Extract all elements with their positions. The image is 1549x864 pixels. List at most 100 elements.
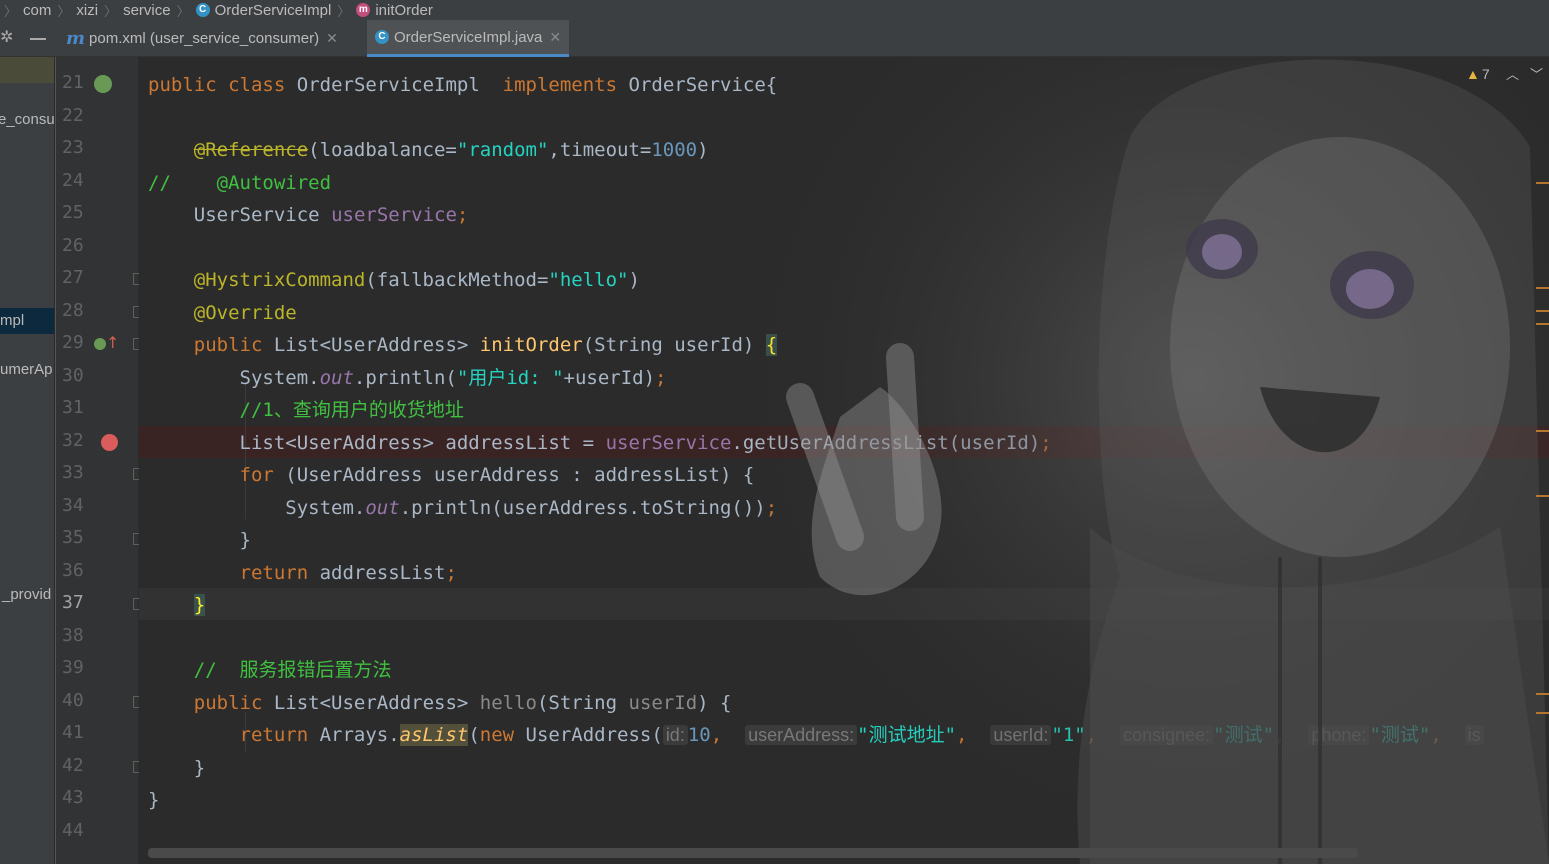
chevron-down-icon[interactable]: ﹀ (1530, 64, 1543, 83)
breadcrumb-item-class[interactable]: 〉 C OrderServiceImpl (171, 1, 332, 20)
chevron-up-icon[interactable]: ︿ (1506, 64, 1519, 83)
code-line-42[interactable]: } (148, 752, 205, 784)
code-line-32[interactable]: List<UserAddress> addressList = userServ… (148, 427, 1052, 459)
code-token: "测试地址" (857, 724, 957, 746)
line-number[interactable]: 43 (62, 787, 92, 808)
line-number[interactable]: 36 (62, 560, 92, 581)
tab-pom-xml[interactable]: m pom.xml (user_service_consumer) ✕ (58, 20, 346, 57)
code-line-41[interactable]: return Arrays.asList(new UserAddress(id:… (148, 719, 1484, 751)
code-token: , (1085, 724, 1098, 746)
line-number[interactable]: 37 (62, 592, 92, 613)
line-number[interactable]: 29 (62, 332, 92, 353)
breadcrumb-label: initOrder (375, 1, 433, 19)
code-line-23[interactable]: @Reference(loadbalance="random",timeout=… (148, 134, 709, 166)
code-token: "random" (456, 139, 549, 161)
warning-stripe[interactable] (1536, 323, 1549, 325)
line-number[interactable]: 28 (62, 300, 92, 321)
code-token: "测试" (1213, 724, 1275, 746)
code-token: public (193, 692, 263, 714)
code-line-28[interactable]: @Override (148, 297, 297, 329)
chevron-right-icon: 〉 (176, 3, 190, 19)
tree-item[interactable]: umerAp (0, 361, 53, 378)
code-token: (String (536, 692, 629, 714)
code-editor[interactable]: public class OrderServiceImpl implements… (139, 57, 1549, 864)
code-line-36[interactable]: return addressList; (148, 557, 457, 589)
line-number[interactable]: 39 (62, 657, 92, 678)
warning-stripe[interactable] (1536, 712, 1549, 714)
code-line-24[interactable]: // @Autowired (148, 167, 331, 199)
warning-icon: ▲ (1466, 66, 1480, 82)
warning-stripe[interactable] (1536, 495, 1549, 497)
horizontal-scrollbar[interactable] (148, 848, 1358, 858)
warning-stripe[interactable] (1536, 182, 1549, 184)
breadcrumb-label: OrderServiceImpl (214, 1, 332, 19)
tree-item[interactable]: _provid (2, 586, 51, 603)
line-number[interactable]: 31 (62, 397, 92, 418)
code-token: (loadbalance= (308, 139, 457, 161)
code-token: @Autowired (216, 172, 332, 194)
line-number[interactable]: 30 (62, 365, 92, 386)
line-number[interactable]: 44 (62, 820, 92, 841)
close-icon[interactable]: ✕ (549, 29, 561, 46)
code-token: , (1430, 724, 1442, 746)
code-line-43[interactable]: } (148, 784, 159, 816)
code-line-37[interactable]: } (148, 589, 206, 621)
breadcrumb-item-service[interactable]: 〉 service (98, 1, 171, 20)
code-line-29[interactable]: public List<UserAddress> initOrder(Strin… (148, 329, 778, 361)
code-line-33[interactable]: for (UserAddress userAddress : addressLi… (148, 459, 755, 491)
line-number[interactable]: 32 (62, 430, 92, 451)
breadcrumb-item-com[interactable]: 〉 com (0, 1, 51, 20)
breadcrumb: 〉 com 〉 xizi 〉 service 〉 C OrderServiceImpl 〉… (0, 0, 1549, 20)
editor-gutter[interactable]: 21 22 23 24 25 26 27 28 29 30 31 32 33 34 35 36 37 38 39 40… (55, 57, 144, 864)
line-number[interactable]: 24 (62, 170, 92, 191)
line-number[interactable]: 33 (62, 462, 92, 483)
tree-item-selected[interactable]: mpl (0, 308, 54, 334)
code-line-21[interactable]: public class OrderServiceImpl implements… (148, 69, 777, 101)
code-line-30[interactable]: System.out.println("用户id: "+userId); (148, 362, 667, 394)
code-line-39[interactable]: // 服务报错后置方法 (148, 654, 392, 686)
code-token: @Override (193, 302, 297, 324)
line-number[interactable]: 40 (62, 690, 92, 711)
code-token: List<UserAddress> (273, 334, 469, 356)
warning-stripe[interactable] (1536, 310, 1549, 312)
minimize-icon[interactable] (30, 38, 46, 40)
code-line-35[interactable]: } (148, 524, 251, 556)
warning-stripe[interactable] (1536, 693, 1549, 695)
warning-stripe[interactable] (1536, 287, 1549, 289)
tree-item[interactable]: e_consu (0, 111, 54, 128)
code-line-34[interactable]: System.out.println(userAddress.toString(… (148, 492, 777, 524)
tab-label: pom.xml (user_service_consumer) (89, 30, 320, 47)
line-number[interactable]: 41 (62, 722, 92, 743)
line-number[interactable]: 26 (62, 235, 92, 256)
spring-bean-icon[interactable] (94, 75, 112, 93)
tab-orderserviceimpl[interactable]: C OrderServiceImpl.java ✕ (367, 20, 570, 57)
breadcrumb-item-method[interactable]: 〉 m initOrder (331, 1, 433, 20)
code-token: implements (502, 74, 618, 96)
code-token: ,timeout= (548, 139, 652, 161)
line-number[interactable]: 34 (62, 495, 92, 516)
line-number[interactable]: 22 (62, 105, 92, 126)
line-number[interactable]: 23 (62, 137, 92, 158)
code-line-40[interactable]: public List<UserAddress> hello(String us… (148, 687, 732, 719)
line-number[interactable]: 27 (62, 267, 92, 288)
gear-icon[interactable]: ✲ (0, 30, 14, 46)
breadcrumb-label: service (123, 1, 171, 19)
line-number[interactable]: 25 (62, 202, 92, 223)
override-icon[interactable] (94, 338, 106, 350)
close-icon[interactable]: ✕ (326, 30, 338, 47)
line-number[interactable]: 35 (62, 527, 92, 548)
breakpoint-icon[interactable] (101, 434, 118, 451)
code-line-27[interactable]: @HystrixCommand(fallbackMethod="hello") (148, 264, 640, 296)
line-number[interactable]: 42 (62, 755, 92, 776)
inspection-warnings[interactable]: ▲ 7 (1466, 66, 1490, 82)
warning-stripe[interactable] (1536, 430, 1549, 432)
implements-arrow-icon[interactable]: ↑ (106, 333, 119, 352)
code-token: } (239, 529, 251, 551)
code-line-25[interactable]: UserService userService; (148, 199, 469, 231)
breadcrumb-item-xizi[interactable]: 〉 xizi (51, 1, 98, 20)
code-line-31[interactable]: //1、查询用户的收货地址 (148, 394, 464, 426)
editor-tab-bar: ✲ m pom.xml (user_service_consumer) ✕ C … (0, 20, 1549, 57)
line-number[interactable]: 38 (62, 625, 92, 646)
line-number[interactable]: 21 (62, 72, 92, 93)
code-token: "测试" (1369, 724, 1431, 746)
